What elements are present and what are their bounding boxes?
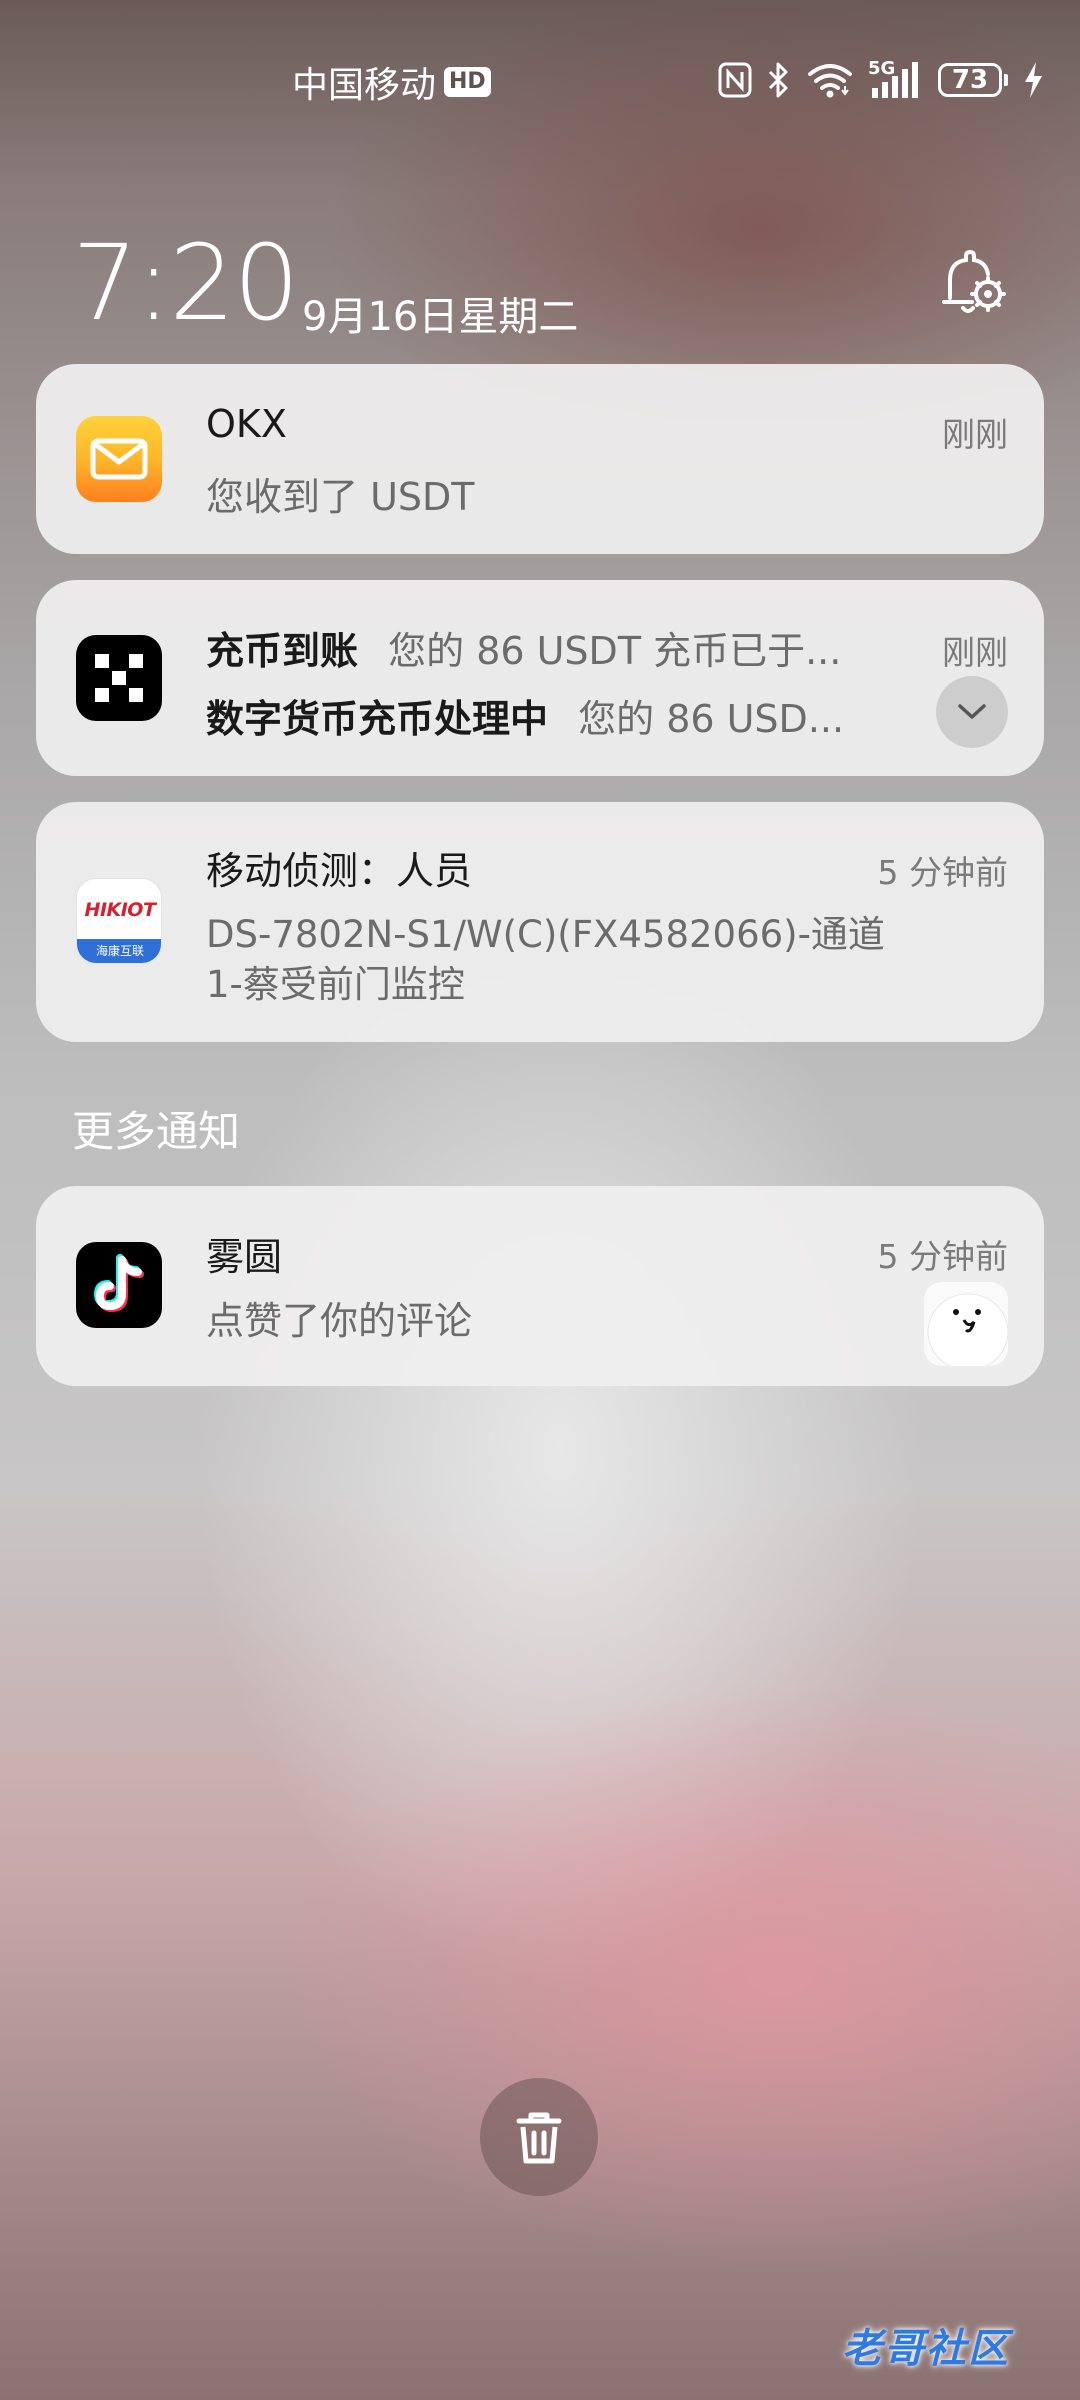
- tiktok-icon: [76, 1242, 162, 1328]
- avatar-thumbnail: [924, 1282, 1008, 1366]
- wifi-icon: [806, 60, 854, 100]
- notification-body: 您收到了 USDT: [206, 475, 475, 519]
- notification-card-okx[interactable]: OKX 您收到了 USDT 刚刚: [36, 364, 1044, 554]
- mail-icon: [76, 416, 162, 502]
- notification-time: 5 分钟前: [877, 1237, 1009, 1276]
- notification-body-line1: DS-7802N-S1/W(C)(FX4582066)-通道: [206, 913, 885, 956]
- notification-title: 雾圆: [206, 1235, 283, 1279]
- chevron-down-icon: [958, 704, 986, 719]
- section-title-more: 更多通知: [72, 1107, 241, 1156]
- notification-line-2: 数字货币充币处理中 您的 86 USD...: [206, 688, 844, 743]
- notification-card-hikiot[interactable]: HIKIOT 海康互联 移动侦测：人员 DS-7802N-S1/W(C)(FX4…: [36, 802, 1044, 1042]
- watermark-text: 老哥社区: [842, 2326, 1010, 2372]
- line2-title: 数字货币充币处理中: [206, 697, 549, 741]
- notification-body: 点赞了你的评论: [206, 1299, 473, 1343]
- bluetooth-icon: [766, 60, 792, 100]
- notification-time: 刚刚: [942, 633, 1008, 672]
- battery-percent: 73: [938, 63, 1002, 97]
- lockscreen-date: 9月16日星期二: [302, 294, 579, 340]
- notification-title: OKX: [206, 402, 287, 446]
- carrier-label: 中国移动 HD: [292, 56, 491, 108]
- clear-all-button[interactable]: [480, 2078, 598, 2196]
- carrier-name: 中国移动: [292, 65, 437, 106]
- expand-button[interactable]: [936, 676, 1008, 748]
- cellular-signal-icon: 5G: [868, 58, 924, 100]
- status-icons: 5G 73: [718, 56, 1044, 104]
- notification-title: 移动侦测：人员: [206, 849, 473, 893]
- notification-settings-button[interactable]: [930, 244, 1010, 324]
- line2-body: 您的 86 USD...: [578, 697, 845, 741]
- line1-body: 您的 86 USDT 充币已于...: [388, 629, 842, 673]
- line1-title: 充币到账: [206, 629, 359, 673]
- notification-time: 刚刚: [942, 415, 1008, 454]
- notification-line-1: 充币到账 您的 86 USDT 充币已于...: [206, 620, 841, 675]
- hikiot-icon: HIKIOT 海康互联: [76, 878, 162, 964]
- notification-card-okx-group[interactable]: 充币到账 您的 86 USDT 充币已于... 数字货币充币处理中 您的 86 …: [36, 580, 1044, 776]
- trash-icon: [516, 2112, 562, 2164]
- charging-icon: [1022, 60, 1044, 100]
- hd-badge: HD: [444, 67, 491, 97]
- battery-icon: 73: [938, 63, 1008, 97]
- nfc-icon: [718, 60, 752, 100]
- watermark-logo: 老哥社区: [842, 2316, 1010, 2374]
- notification-time: 5 分钟前: [877, 853, 1009, 892]
- okx-icon: [76, 635, 162, 721]
- notification-card-tiktok[interactable]: 雾圆 点赞了你的评论 5 分钟前: [36, 1186, 1044, 1386]
- hikiot-logo-subtext: 海康互联: [77, 939, 161, 963]
- notification-body-line2: 1-蔡受前门监控: [206, 963, 465, 1006]
- lockscreen-time: 7:20: [72, 222, 300, 344]
- bell-gear-icon: [942, 249, 1006, 313]
- hikiot-logo-text: HIKIOT: [84, 899, 156, 921]
